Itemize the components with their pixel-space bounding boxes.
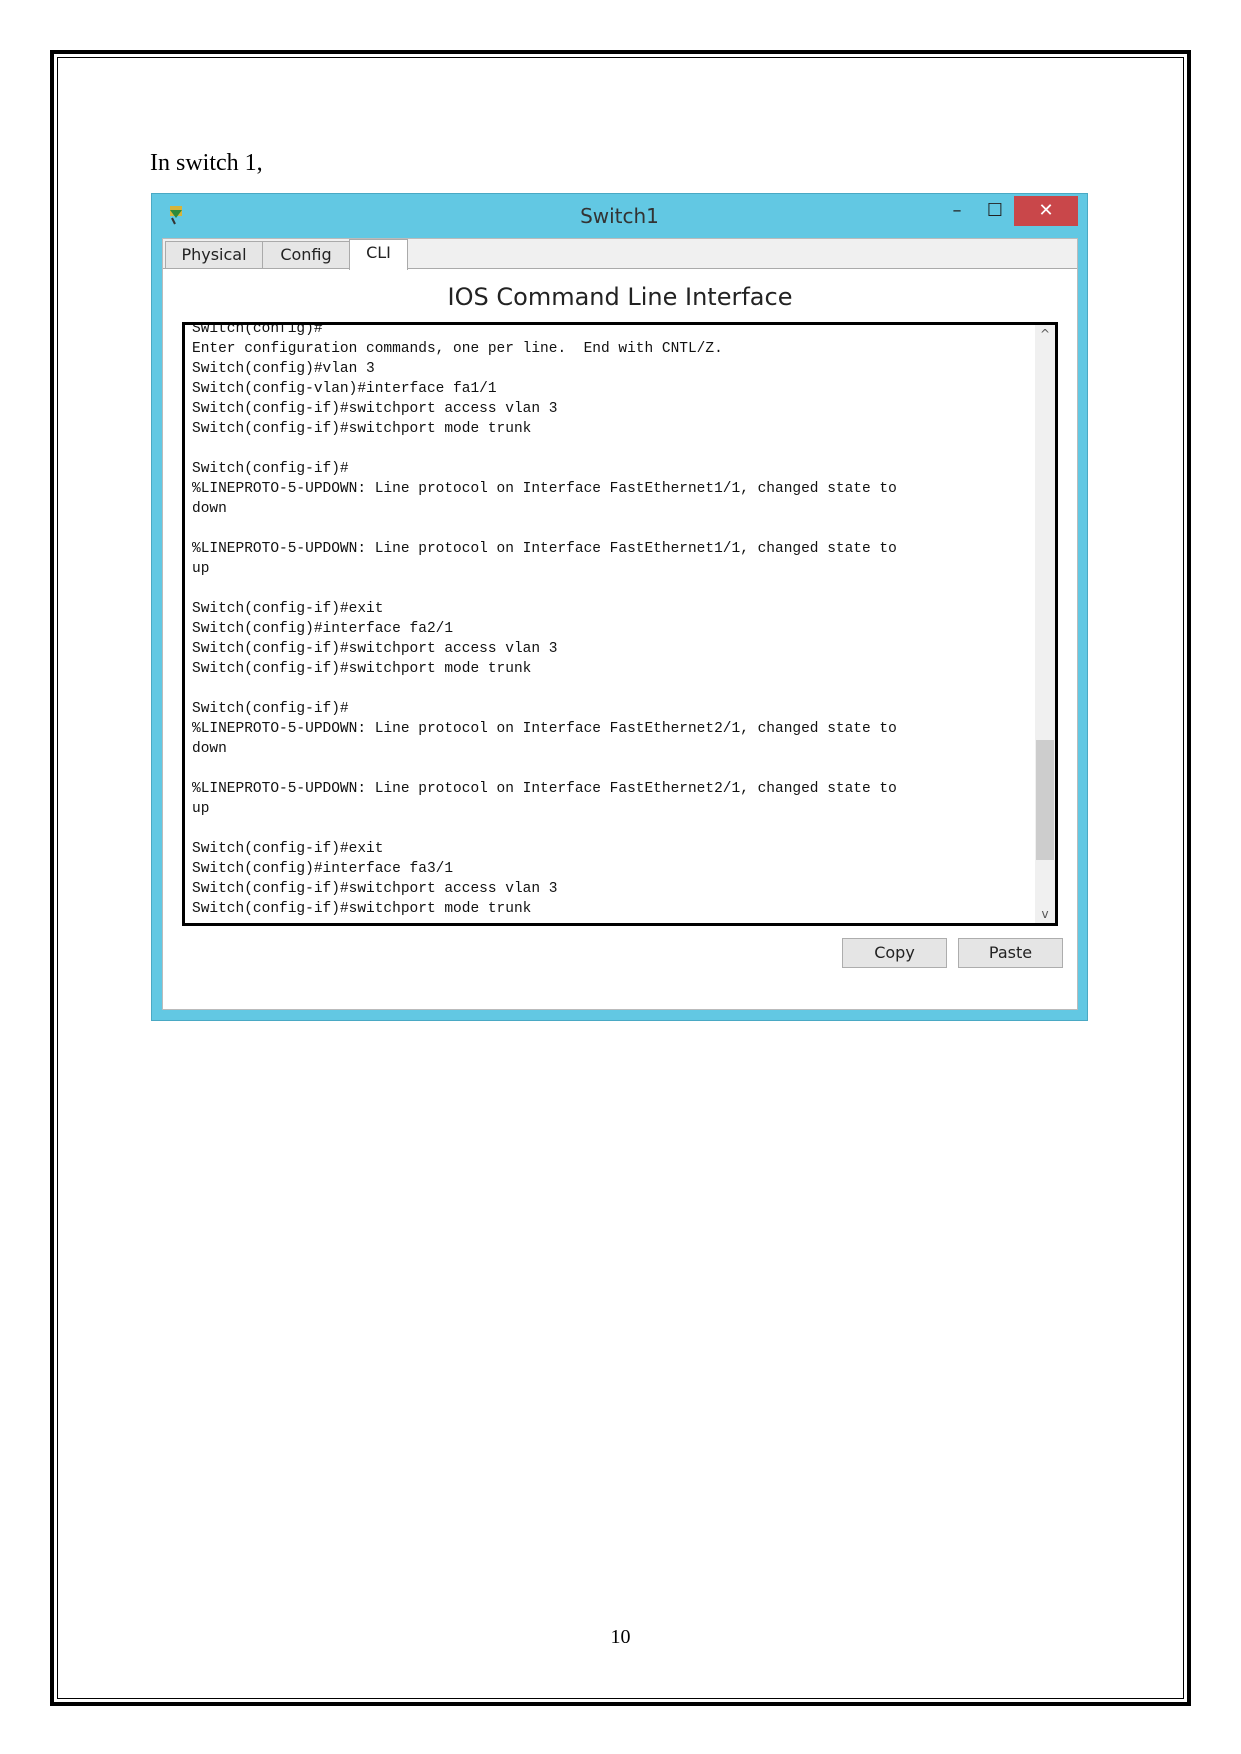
- terminal-line: Switch(config-if)#switchport access vlan…: [192, 881, 558, 897]
- scrollbar-thumb[interactable]: [1036, 740, 1054, 860]
- intro-text: In switch 1,: [150, 150, 263, 176]
- window-client: Physical Config IOS Command Line Interfa…: [162, 238, 1078, 1010]
- terminal-line: Switch(config)#vlan 3: [192, 361, 375, 377]
- title-bar: Switch1 – ☐ ✕: [152, 194, 1087, 238]
- terminal-line: %LINEPROTO-5-UPDOWN: Line protocol on In…: [192, 481, 897, 497]
- paste-button[interactable]: Paste: [958, 938, 1063, 968]
- terminal-line: %LINEPROTO-5-UPDOWN: Line protocol on In…: [192, 781, 897, 797]
- terminal-line: Switch(config-if)#switchport mode trunk: [192, 901, 532, 917]
- cli-panel: IOS Command Line Interface Switch(config…: [163, 268, 1077, 1009]
- scroll-down-icon[interactable]: v: [1035, 907, 1055, 921]
- page-number: 10: [610, 1626, 631, 1648]
- scroll-up-icon[interactable]: ^: [1035, 327, 1055, 341]
- cli-terminal[interactable]: Switch(config)# Enter configuration comma…: [182, 322, 1058, 926]
- terminal-line: Switch(config-if)#switchport mode trunk: [192, 661, 532, 677]
- copy-button[interactable]: Copy: [842, 938, 947, 968]
- terminal-line: Switch(config)#interface fa2/1: [192, 621, 454, 637]
- terminal-line: Switch(config-if)#: [192, 701, 349, 717]
- terminal-line: Switch(config-if)#switchport mode trunk: [192, 421, 532, 437]
- terminal-line: up: [192, 561, 210, 577]
- tab-cli[interactable]: CLI: [349, 239, 408, 270]
- scrollbar[interactable]: ^ v: [1035, 325, 1055, 923]
- cli-heading: IOS Command Line Interface: [447, 283, 793, 311]
- switch-window: Switch1 – ☐ ✕ Physical Config IOS Comman…: [151, 193, 1088, 1021]
- terminal-line: Switch(config-if)#exit: [192, 601, 384, 617]
- terminal-line: Switch(config-if)#exit: [192, 841, 384, 857]
- minimize-button[interactable]: –: [942, 196, 972, 226]
- terminal-line: Switch(config-if)#switchport access vlan…: [192, 401, 558, 417]
- terminal-output: Switch(config)# Enter configuration comma…: [192, 322, 897, 919]
- tab-config[interactable]: Config: [262, 241, 350, 269]
- terminal-line: down: [192, 501, 227, 517]
- tab-physical[interactable]: Physical: [165, 241, 263, 269]
- terminal-line: Switch(config-vlan)#interface fa1/1: [192, 381, 497, 397]
- terminal-line: Enter configuration commands, one per li…: [192, 341, 723, 357]
- maximize-button[interactable]: ☐: [980, 196, 1010, 226]
- close-button[interactable]: ✕: [1014, 196, 1078, 226]
- terminal-line: %LINEPROTO-5-UPDOWN: Line protocol on In…: [192, 721, 897, 737]
- terminal-line: Switch(config)#interface fa3/1: [192, 861, 454, 877]
- terminal-line: Switch(config-if)#switchport access vlan…: [192, 641, 558, 657]
- terminal-line: down: [192, 741, 227, 757]
- terminal-line: %LINEPROTO-5-UPDOWN: Line protocol on In…: [192, 541, 897, 557]
- terminal-line: up: [192, 801, 210, 817]
- terminal-line: Switch(config-if)#: [192, 461, 349, 477]
- terminal-line: Switch(config)#: [192, 322, 323, 337]
